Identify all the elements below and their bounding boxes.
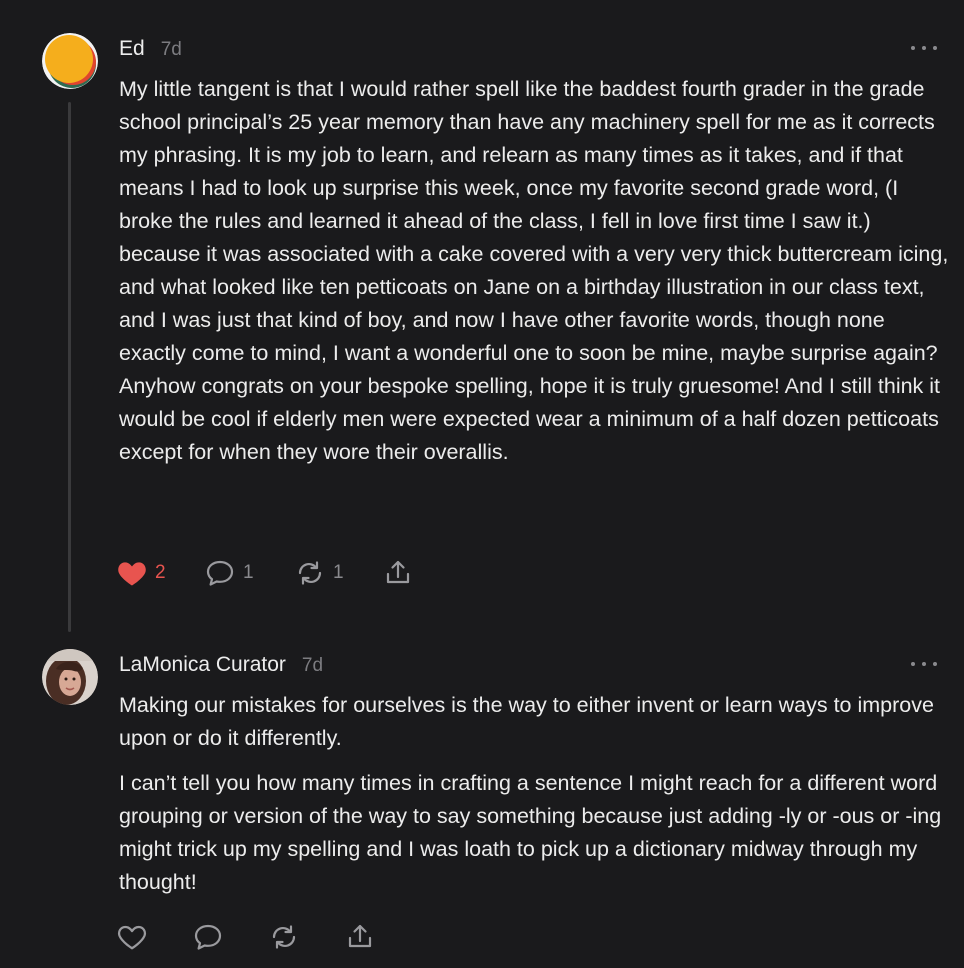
photo-avatar: [42, 649, 98, 705]
restack-count: 1: [333, 562, 344, 583]
share-button[interactable]: [345, 921, 375, 953]
comment-bubble-icon: [206, 560, 234, 586]
more-options-icon[interactable]: [911, 44, 937, 52]
comment-bubble-icon: [194, 924, 222, 950]
reply-button[interactable]: 1: [205, 557, 254, 589]
restack-icon: [272, 925, 296, 949]
restack-button[interactable]: 1: [295, 557, 344, 589]
author-name[interactable]: LaMonica Curator: [119, 653, 286, 677]
heart-outline-icon: [118, 925, 146, 950]
restack-button[interactable]: [269, 921, 299, 953]
reply-count: 1: [243, 562, 254, 583]
like-count: 2: [155, 562, 166, 583]
comment-paragraph: My little tangent is that I would rather…: [119, 77, 949, 464]
reply-button[interactable]: [193, 921, 223, 953]
restack-icon: [298, 561, 322, 585]
like-button[interactable]: 2: [117, 557, 166, 589]
timestamp[interactable]: 7d: [161, 39, 182, 61]
comment-header: Ed 7d: [119, 37, 182, 61]
comment-paragraph: Making our mistakes for ourselves is the…: [119, 693, 934, 750]
comment-header: LaMonica Curator 7d: [119, 653, 323, 677]
heart-filled-icon: [118, 562, 146, 586]
orange-circle-avatar: [42, 33, 98, 89]
more-options-icon[interactable]: [911, 660, 937, 668]
author-name[interactable]: Ed: [119, 37, 145, 61]
share-icon: [386, 560, 410, 584]
thread-line: [68, 102, 71, 632]
comment-body: Making our mistakes for ourselves is the…: [119, 689, 949, 899]
comment-paragraph: I can’t tell you how many times in craft…: [119, 771, 942, 894]
avatar[interactable]: [42, 33, 98, 89]
avatar[interactable]: [42, 649, 98, 705]
comment-body: My little tangent is that I would rather…: [119, 73, 949, 469]
like-button[interactable]: [117, 921, 147, 953]
share-button[interactable]: [383, 557, 413, 589]
share-icon: [348, 924, 372, 948]
timestamp[interactable]: 7d: [302, 655, 323, 677]
